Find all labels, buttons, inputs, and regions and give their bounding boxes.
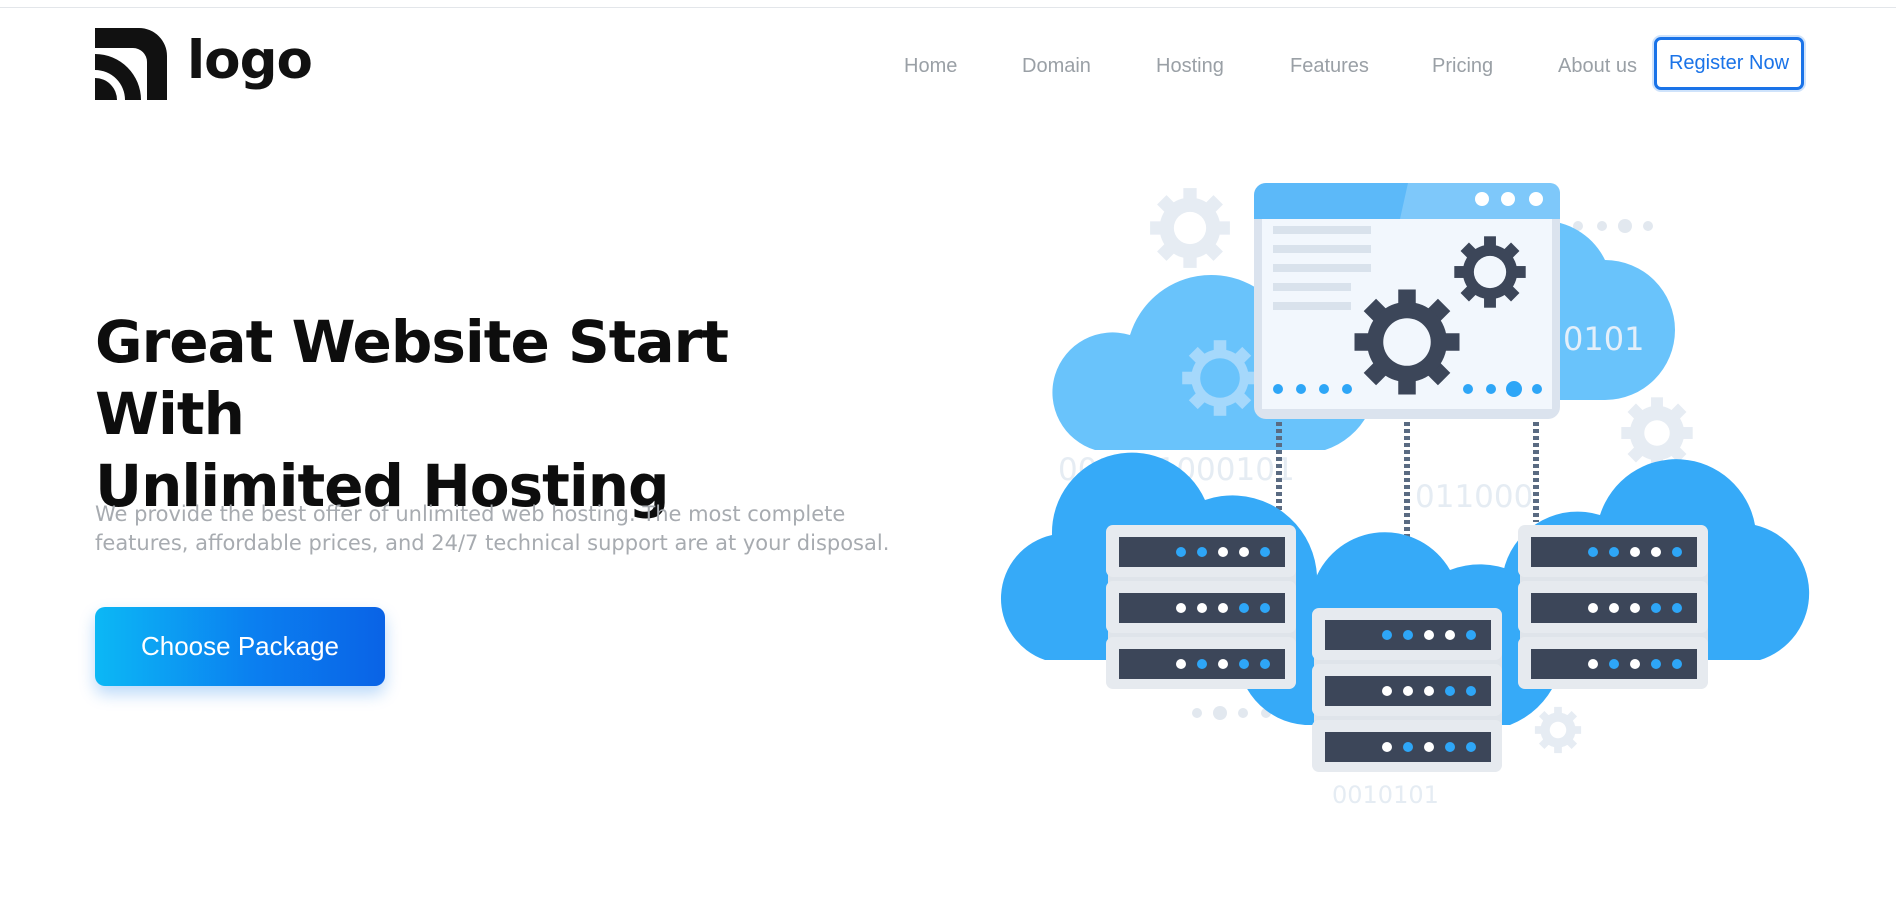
gear-icon bbox=[1354, 289, 1460, 395]
nav-home[interactable]: Home bbox=[904, 55, 957, 78]
browser-window-icon bbox=[1254, 183, 1560, 419]
server-icon bbox=[1106, 525, 1296, 689]
binary-text: 0010101 bbox=[1332, 781, 1439, 809]
binary-text: 0101 bbox=[1563, 320, 1644, 358]
logo[interactable]: logo bbox=[95, 28, 313, 100]
register-now-button[interactable]: Register Now bbox=[1654, 37, 1804, 90]
gear-icon bbox=[1150, 188, 1230, 268]
server-icon bbox=[1518, 525, 1708, 689]
binary-text: 011000 bbox=[1415, 479, 1533, 515]
nav-pricing[interactable]: Pricing bbox=[1432, 55, 1493, 78]
logo-mark-icon bbox=[95, 28, 167, 100]
nav-about-us[interactable]: About us bbox=[1558, 55, 1637, 78]
hosting-illustration: 0101 001011000101 011000 0010101 bbox=[1000, 183, 1810, 809]
logo-text: logo bbox=[187, 29, 313, 91]
gear-icon bbox=[1621, 397, 1693, 469]
hero-title: Great Website Start With Unlimited Hosti… bbox=[95, 306, 895, 522]
top-divider bbox=[0, 7, 1896, 8]
gear-icon bbox=[1454, 236, 1526, 308]
hero-subtitle-line-1: We provide the best offer of unlimited w… bbox=[95, 502, 846, 526]
gear-icon bbox=[1182, 340, 1258, 416]
hero-title-line-1: Great Website Start With bbox=[95, 308, 729, 448]
nav-features[interactable]: Features bbox=[1290, 55, 1369, 78]
hero-subtitle-line-2: features, affordable prices, and 24/7 te… bbox=[95, 531, 890, 555]
nav-domain[interactable]: Domain bbox=[1022, 55, 1091, 78]
nav-hosting[interactable]: Hosting bbox=[1156, 55, 1224, 78]
gear-icon bbox=[1534, 706, 1582, 754]
hero-subtitle: We provide the best offer of unlimited w… bbox=[95, 500, 895, 558]
choose-package-button[interactable]: Choose Package bbox=[95, 607, 385, 686]
server-icon bbox=[1312, 608, 1502, 772]
